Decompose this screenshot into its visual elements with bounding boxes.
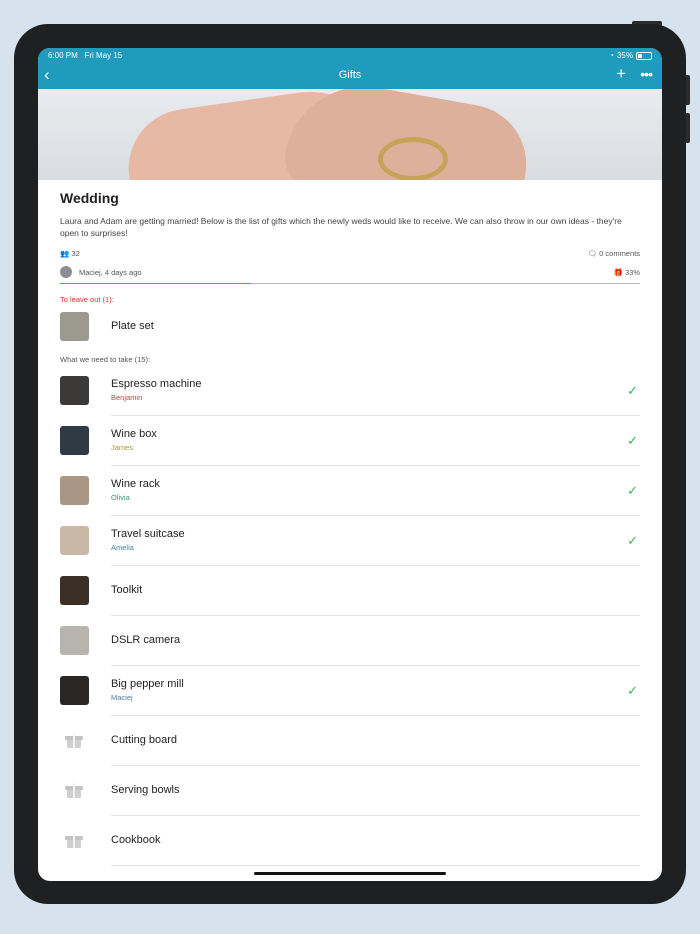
home-indicator: [254, 872, 446, 875]
item-thumbnail: [60, 476, 89, 505]
item-name: Serving bowls: [111, 784, 180, 796]
list-item[interactable]: Cutting board: [60, 716, 640, 766]
list-item[interactable]: Toolkit: [60, 566, 640, 616]
item-thumbnail: [60, 676, 89, 705]
list-item[interactable]: Espresso machine Benjamin ✓: [60, 366, 640, 416]
item-name: Travel suitcase: [111, 528, 185, 540]
item-name: DSLR camera: [111, 634, 181, 646]
comments-link[interactable]: 🗨 0 comments: [588, 249, 640, 258]
list-item[interactable]: Travel suitcase Amelia ✓: [60, 516, 640, 566]
checkmark-icon: ✓: [627, 533, 638, 548]
list-item[interactable]: DSLR camera: [60, 616, 640, 666]
list-item[interactable]: Serving bowls: [60, 766, 640, 816]
item-taken-by: Benjamin: [111, 393, 143, 402]
status-bar: 6:00 PM Fri May 15 ◔ 35%: [38, 48, 662, 62]
page-title: Gifts: [338, 69, 362, 81]
author-info: Maciej, 4 days ago: [79, 268, 142, 277]
app-screen: 6:00 PM Fri May 15 ◔ 35% ‹ Gifts + ••• W…: [38, 48, 662, 881]
list-item[interactable]: Big pepper mill Maciej ✓: [60, 666, 640, 716]
gift-placeholder-icon: [65, 783, 83, 799]
avatar: [60, 266, 72, 278]
item-name: Wine box: [111, 428, 157, 440]
progress-bar: [60, 283, 640, 284]
item-thumbnail: [60, 312, 89, 341]
progress-percent: 33%: [624, 268, 640, 277]
item-taken-by: Amelia: [111, 543, 134, 552]
list-item-plate-set[interactable]: Plate set: [60, 302, 640, 352]
item-thumbnail: [60, 626, 89, 655]
comment-icon: 🗨: [587, 249, 598, 258]
checkmark-icon: ✓: [627, 683, 638, 698]
item-name: Wine rack: [111, 478, 160, 490]
checkmark-icon: ✓: [627, 433, 638, 448]
item-taken-by: Olivia: [111, 493, 130, 502]
participants-icon: 👥: [60, 249, 70, 258]
status-time: 6:00 PM: [48, 51, 78, 60]
plus-icon[interactable]: +: [616, 65, 626, 83]
item-thumbnail: [60, 526, 89, 555]
wifi-icon: ◔: [609, 51, 614, 60]
gift-placeholder-icon: [65, 733, 83, 749]
list-item[interactable]: Wine rack Olivia ✓: [60, 466, 640, 516]
gift-placeholder-icon: [65, 833, 83, 849]
list-item[interactable]: Cookbook: [60, 816, 640, 866]
more-icon[interactable]: •••: [640, 66, 653, 82]
checkmark-icon: ✓: [627, 483, 638, 498]
item-name: Espresso machine: [111, 378, 202, 390]
event-title: Wedding: [60, 190, 119, 206]
item-name: Toolkit: [111, 584, 143, 596]
progress-fill: [60, 283, 252, 284]
battery-icon: [636, 51, 652, 60]
section-to-take-header: What we need to take (15):: [60, 355, 151, 364]
item-taken-by: James: [111, 443, 134, 452]
item-name: Cookbook: [111, 834, 161, 846]
item-name: Plate set: [111, 320, 154, 332]
item-name: Big pepper mill: [111, 678, 184, 690]
participants-count: 32: [71, 249, 80, 258]
item-taken-by: Maciej: [111, 693, 133, 702]
nav-bar: ‹ Gifts + •••: [38, 62, 662, 89]
row-divider: [111, 865, 640, 866]
event-cover-image: [38, 89, 662, 180]
item-thumbnail: [60, 426, 89, 455]
event-description: Laura and Adam are getting married! Belo…: [60, 216, 622, 238]
checkmark-icon: ✓: [627, 383, 638, 398]
list-item[interactable]: Wine box James ✓: [60, 416, 640, 466]
item-thumbnail: [60, 576, 89, 605]
battery-percent: 35%: [616, 51, 633, 60]
comments-count: 0 comments: [599, 249, 640, 258]
item-thumbnail: [60, 376, 89, 405]
item-name: Cutting board: [111, 734, 178, 746]
status-date: Fri May 15: [84, 51, 123, 60]
gift-icon: 🎁: [613, 268, 623, 277]
